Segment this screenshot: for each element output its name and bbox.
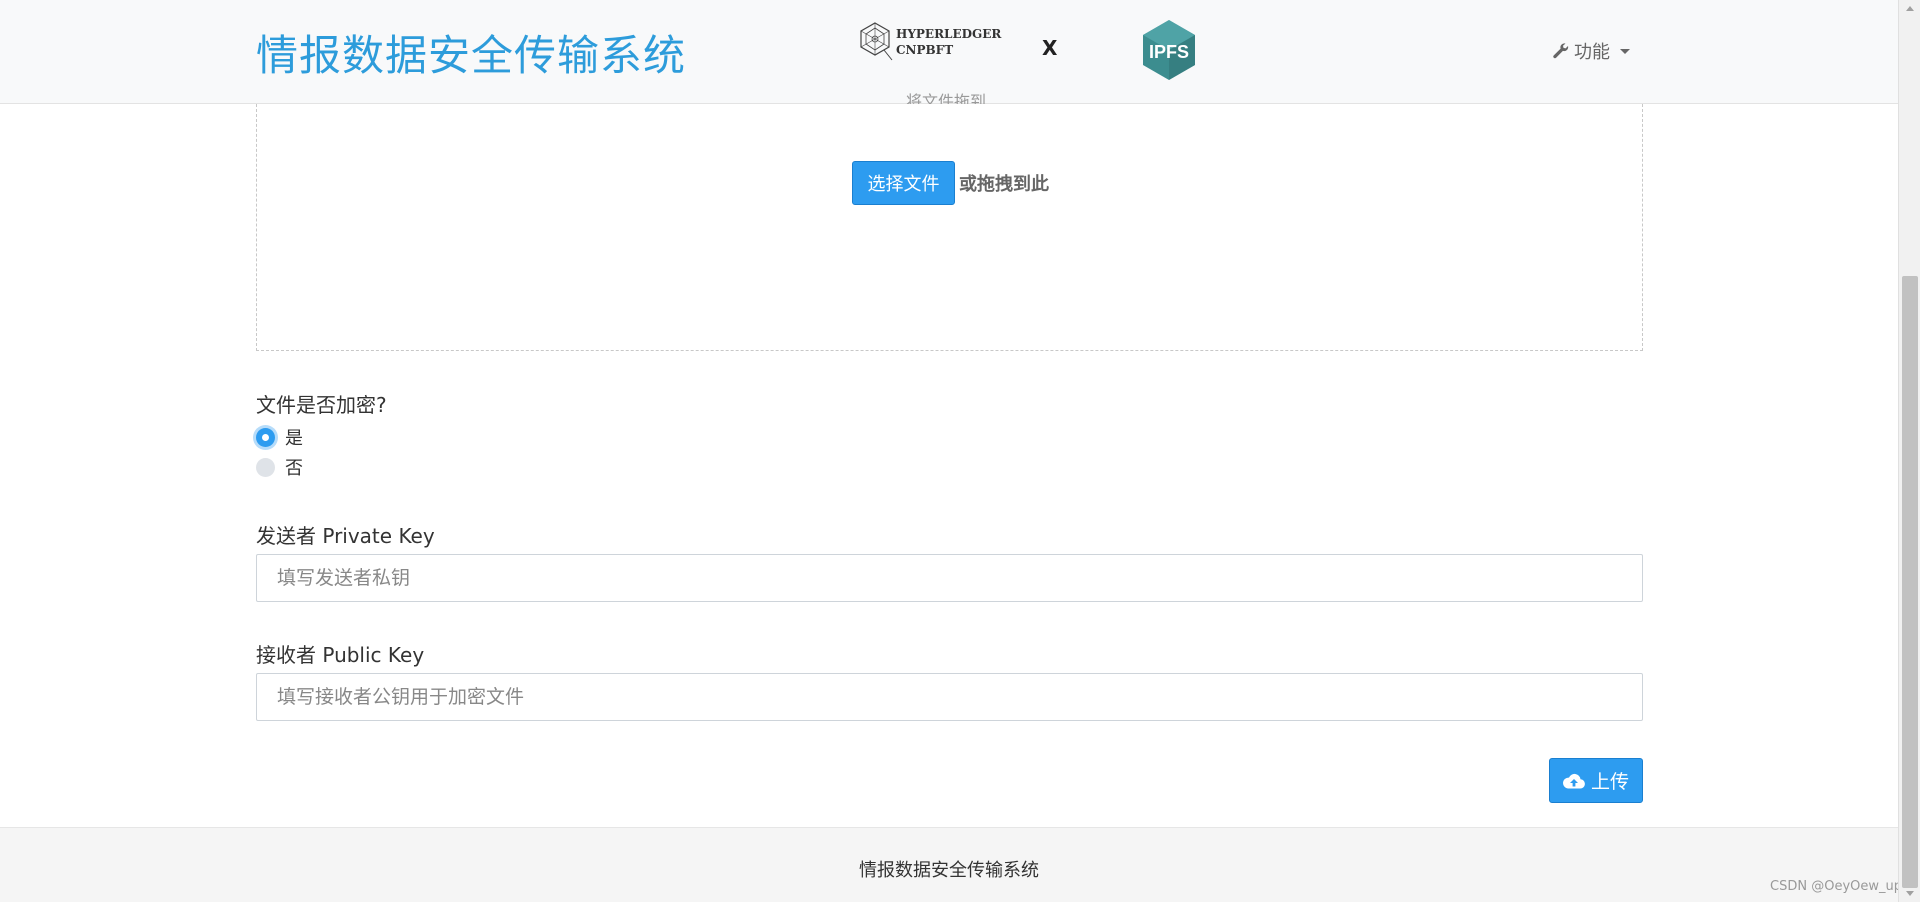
radio-yes-label: 是 <box>285 428 303 449</box>
file-dropzone[interactable] <box>256 104 1643 351</box>
upload-button[interactable]: 上传 <box>1549 758 1643 803</box>
scroll-down-arrow-icon[interactable] <box>1906 891 1914 896</box>
hyperledger-logo: HYPERLEDGER CNPBFT <box>856 20 1016 64</box>
ipfs-label: IPFS <box>1149 42 1189 62</box>
footer-text: 情报数据安全传输系统 <box>859 860 1039 881</box>
receiver-public-key-input[interactable] <box>256 673 1643 721</box>
caret-down-icon <box>1620 48 1630 54</box>
upload-label: 上传 <box>1590 771 1629 793</box>
drag-here-hint: 或拖拽到此 <box>959 174 1049 195</box>
logo-separator: X <box>1042 36 1058 60</box>
radio-unchecked-icon[interactable] <box>256 457 275 477</box>
radio-no-label: 否 <box>285 458 303 479</box>
watermark: CSDN @OeyOew_up <box>1770 879 1902 894</box>
cloud-upload-icon <box>1563 773 1585 789</box>
function-menu-label: 功能 <box>1574 42 1610 63</box>
scroll-up-arrow-icon[interactable] <box>1906 6 1914 11</box>
radio-encrypt-yes[interactable]: 是 <box>256 424 303 450</box>
sender-private-key-input[interactable] <box>256 554 1643 602</box>
receiver-key-label: 接收者 Public Key <box>256 643 425 667</box>
wrench-icon <box>1553 43 1569 59</box>
scroll-thumb[interactable] <box>1902 276 1918 888</box>
choose-file-button[interactable]: 选择文件 <box>852 161 955 205</box>
ipfs-cube-icon: IPFS <box>1143 20 1195 80</box>
page-footer: 情报数据安全传输系统 <box>0 827 1898 902</box>
hyperledger-emblem-icon <box>860 22 893 61</box>
cnpbft-text: CNPBFT <box>896 43 954 57</box>
vertical-scrollbar[interactable] <box>1898 0 1920 902</box>
ipfs-logo: IPFS <box>1140 18 1198 82</box>
brand-title[interactable]: 情报数据安全传输系统 <box>256 22 686 83</box>
hyperledger-text: HYPERLEDGER <box>896 27 1002 41</box>
function-menu-toggle[interactable]: 功能 <box>1552 38 1630 64</box>
radio-encrypt-no[interactable]: 否 <box>256 454 303 480</box>
dropzone-hint-partial: 将文件拖到 <box>906 92 987 104</box>
radio-checked-icon[interactable] <box>256 427 275 447</box>
encrypt-question-label: 文件是否加密? <box>256 393 387 417</box>
sender-key-label: 发送者 Private Key <box>256 524 435 548</box>
